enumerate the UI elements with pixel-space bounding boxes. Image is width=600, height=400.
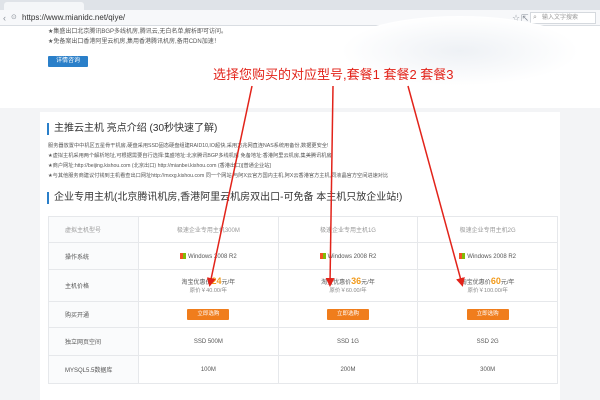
original-price: 原价￥60.00/年	[329, 287, 367, 294]
intro-line: 服务器放置中中机区五星骨干机房,硬盘采用SSD固态硬盘组建RAID10,IO超快…	[48, 143, 329, 149]
search-placeholder: 输入文字搜索	[542, 15, 579, 21]
price-suffix: 元/年	[221, 279, 236, 286]
table-cell: Windows 2008 R2	[277, 242, 419, 270]
price-prefix: 淘宝优惠价	[181, 279, 212, 286]
back-icon[interactable]: ‹	[3, 12, 6, 24]
buy-now-button[interactable]: 立即选购	[326, 309, 369, 320]
windows-icon	[459, 252, 466, 259]
search-icon: ⌕	[533, 14, 537, 21]
table-cell: Windows 2008 R2	[138, 242, 279, 270]
price-line: 淘宝优惠价60元/年	[419, 275, 557, 288]
windows-icon	[179, 252, 186, 259]
intro-section-title: 主推云主机 亮点介绍 (30秒快速了解)	[47, 123, 217, 135]
price-value: 24	[211, 275, 222, 286]
pricing-table: 虚拟主机型号 极速企业专用主机300M 极速企业专用主机1G 极速企业专用主机2…	[48, 216, 558, 384]
os-value: Windows 2008 R2	[327, 253, 377, 260]
enterprise-section-title: 企业专用主机(北京腾讯机房,香港阿里云机房双出口-可免备 本主机只放企业站!)	[47, 192, 402, 204]
header-cell: 极速企业专用主机1G	[277, 216, 419, 243]
intro-line: ★虚拟主机采用两个解析地址,可根据需要自行选择:集盛地址:北京腾讯BGP多线机房…	[48, 153, 332, 159]
url-text[interactable]: https://www.mianidc.net/qiye/	[22, 12, 125, 24]
table-cell: 立即选购	[277, 301, 419, 328]
table-cell: 淘宝优惠价36元/年 原价￥60.00/年	[277, 269, 419, 302]
buy-now-button[interactable]: 立即选购	[466, 309, 509, 320]
os-value: Windows 2008 R2	[187, 253, 237, 260]
price-suffix: 元/年	[500, 279, 515, 286]
header-cell: 极速企业专用主机300M	[138, 216, 279, 243]
browser-tab[interactable]	[4, 2, 84, 10]
table-cell: SSD 1G	[277, 327, 419, 356]
lock-icon: ⊙	[11, 14, 17, 21]
table-cell: 立即选购	[417, 301, 558, 328]
table-cell: 淘宝优惠价24元/年 原价￥40.00/年	[138, 269, 279, 302]
banner-bullet: ★免备案出口香港阿里云机房,集用香港腾讯机房,备用CDN加速！	[48, 39, 220, 45]
price-prefix: 淘宝优惠价	[321, 279, 352, 286]
row-label: 主机价格	[48, 269, 139, 302]
row-label: 购买开通	[48, 301, 139, 328]
price-value: 60	[490, 275, 501, 286]
table-row: 操作系统 Windows 2008 R2 Windows 2008 R2 Win…	[48, 242, 558, 270]
price-prefix: 淘宝优惠价	[460, 279, 491, 286]
table-cell: 300M	[417, 355, 558, 384]
header-cell: 极速企业专用主机2G	[417, 216, 558, 243]
table-cell: 200M	[277, 355, 419, 384]
browser-tab-bar	[0, 0, 600, 10]
table-row: 独立网页空间 SSD 500M SSD 1G SSD 2G	[48, 327, 558, 356]
detail-consult-button[interactable]: 详情咨询	[48, 56, 88, 67]
table-cell: Windows 2008 R2	[417, 242, 558, 270]
original-price: 原价￥100.00/年	[467, 287, 508, 294]
annotation-text: 选择您购买的对应型号,套餐1 套餐2 套餐3	[213, 67, 454, 82]
price-value: 36	[351, 275, 362, 286]
table-row: 主机价格 淘宝优惠价24元/年 原价￥40.00/年 淘宝优惠价36元/年 原价…	[48, 269, 558, 302]
search-input[interactable]: ⌕ 输入文字搜索	[530, 12, 596, 24]
table-row: 购买开通 立即选购 立即选购 立即选购	[48, 301, 558, 328]
windows-icon	[319, 252, 326, 259]
row-label: MYSQL5.5数据库	[48, 355, 139, 384]
buy-now-button[interactable]: 立即选购	[187, 309, 230, 320]
row-label: 操作系统	[48, 242, 139, 270]
original-price: 原价￥40.00/年	[189, 287, 227, 294]
os-value: Windows 2008 R2	[467, 253, 516, 260]
table-cell: SSD 500M	[138, 327, 279, 356]
table-header-row: 虚拟主机型号 极速企业专用主机300M 极速企业专用主机1G 极速企业专用主机2…	[48, 216, 558, 243]
header-cell: 虚拟主机型号	[48, 216, 139, 243]
banner-bullet: ★集盛出口北京腾讯BGP多线机房,腾讯云,无白名单,解析即可访问。	[48, 29, 228, 35]
table-row: MYSQL5.5数据库 100M 200M 300M	[48, 355, 558, 384]
price-line: 淘宝优惠价36元/年	[279, 275, 417, 288]
table-cell: 立即选购	[138, 301, 279, 328]
table-cell: 淘宝优惠价60元/年 原价￥100.00/年	[417, 269, 558, 302]
row-label: 独立网页空间	[48, 327, 139, 356]
price-suffix: 元/年	[361, 279, 375, 286]
intro-line: ★商户网址:http://beijing.kishou.com (北京出口) h…	[48, 163, 271, 169]
page: ‹ ⊙ https://www.mianidc.net/qiye/ ☆ ⇱ ⌕ …	[0, 0, 600, 400]
table-cell: SSD 2G	[417, 327, 558, 356]
intro-line: ★与其他服务商建议付钱到主机看查出口网址http://mxxg.kishou.c…	[48, 173, 389, 179]
price-line: 淘宝优惠价24元/年	[139, 275, 277, 288]
table-cell: 100M	[138, 355, 279, 384]
